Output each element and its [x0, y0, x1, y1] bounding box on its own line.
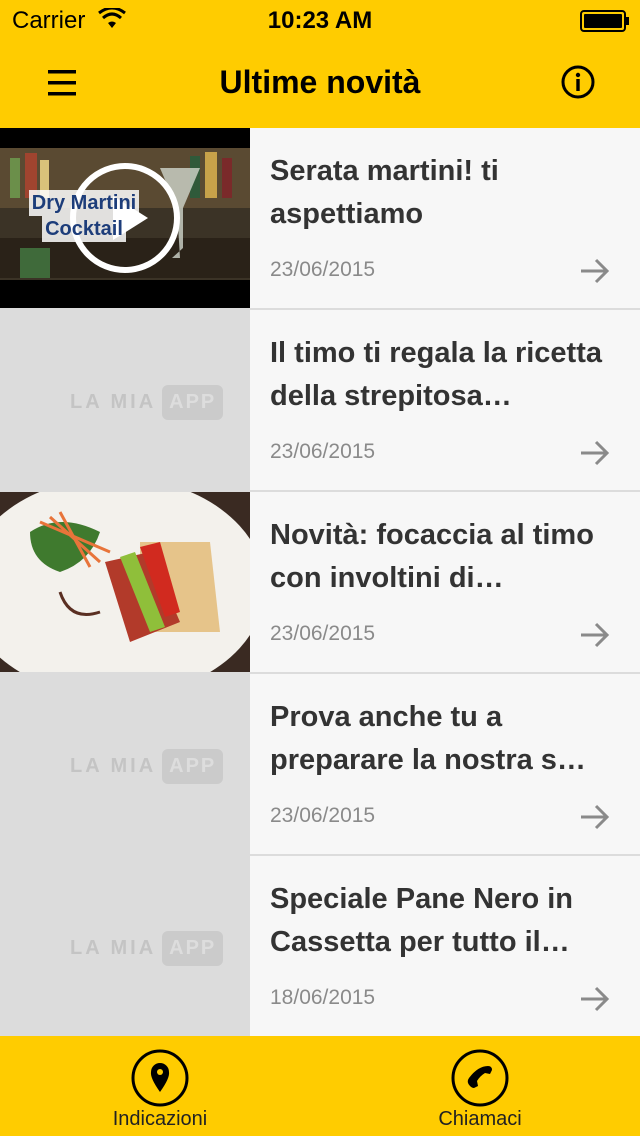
- caption-line-1: Dry Martini: [28, 190, 140, 216]
- arrow-right-icon[interactable]: [578, 618, 612, 652]
- logo-box-text: APP: [162, 930, 224, 966]
- news-thumbnail-placeholder[interactable]: LA MIA APP: [0, 310, 250, 490]
- news-title: Speciale Pane Nero in Cassetta per tutto…: [270, 883, 574, 958]
- logo-text: LA MIA: [70, 936, 157, 959]
- app-logo-placeholder: LA MIA APP: [70, 926, 224, 970]
- logo-box-text: APP: [162, 384, 224, 420]
- food-plate-image: [0, 492, 250, 672]
- page-title: Ultime novità: [219, 64, 421, 100]
- bottom-tab-bar: Indicazioni Chiamaci: [0, 1036, 640, 1136]
- news-title: Il timo ti regala la ricetta della strep…: [270, 337, 602, 412]
- news-row[interactable]: Novità: focaccia al timo con involtini d…: [0, 492, 640, 674]
- directions-tab[interactable]: Indicazioni: [0, 1036, 320, 1136]
- info-icon[interactable]: [556, 62, 600, 106]
- call-tab[interactable]: Chiamaci: [320, 1036, 640, 1136]
- call-label: Chiamaci: [438, 1108, 522, 1130]
- app-logo-placeholder: LA MIA APP: [70, 744, 224, 788]
- logo-box-text: APP: [162, 748, 224, 784]
- news-row[interactable]: Dry Martini Cocktail Serata martini! ti …: [0, 128, 640, 310]
- news-date: 23/06/2015: [270, 258, 376, 281]
- news-date: 23/06/2015: [270, 804, 376, 827]
- news-row[interactable]: LA MIA APP Speciale Pane Nero in Cassett…: [0, 856, 640, 1038]
- map-pin-icon[interactable]: [130, 1048, 190, 1108]
- logo-text: LA MIA: [70, 754, 157, 777]
- arrow-right-icon[interactable]: [578, 982, 612, 1016]
- news-row[interactable]: LA MIA APP Il timo ti regala la ricetta …: [0, 310, 640, 492]
- news-thumbnail-placeholder[interactable]: LA MIA APP: [0, 856, 250, 1036]
- news-title: Serata martini! ti aspettiamo: [270, 155, 499, 230]
- news-title: Prova anche tu a preparare la nostra s…: [270, 701, 586, 776]
- top-bar: Carrier 10:23 AM Ultime novità: [0, 0, 640, 128]
- video-caption: Dry Martini Cocktail: [14, 190, 154, 242]
- news-date: 23/06/2015: [270, 622, 376, 645]
- logo-text: LA MIA: [70, 390, 157, 413]
- directions-label: Indicazioni: [112, 1108, 208, 1130]
- news-thumbnail-video[interactable]: Dry Martini Cocktail: [0, 128, 250, 308]
- app-logo-placeholder: LA MIA APP: [70, 380, 224, 424]
- arrow-right-icon[interactable]: [578, 436, 612, 470]
- news-date: 18/06/2015: [270, 986, 376, 1009]
- arrow-right-icon[interactable]: [578, 800, 612, 834]
- status-bar: Carrier 10:23 AM: [0, 0, 640, 40]
- arrow-right-icon[interactable]: [578, 254, 612, 288]
- caption-line-2: Cocktail: [42, 216, 126, 242]
- clock: 10:23 AM: [267, 7, 373, 34]
- news-thumbnail-placeholder[interactable]: LA MIA APP: [0, 674, 250, 854]
- news-date: 23/06/2015: [270, 440, 376, 463]
- news-row[interactable]: LA MIA APP Prova anche tu a preparare la…: [0, 674, 640, 856]
- news-list: Dry Martini Cocktail Serata martini! ti …: [0, 128, 640, 1038]
- phone-icon[interactable]: [450, 1048, 510, 1108]
- news-thumbnail-food[interactable]: [0, 492, 250, 672]
- news-title: Novità: focaccia al timo con involtini d…: [270, 519, 594, 594]
- battery-icon: [580, 10, 629, 32]
